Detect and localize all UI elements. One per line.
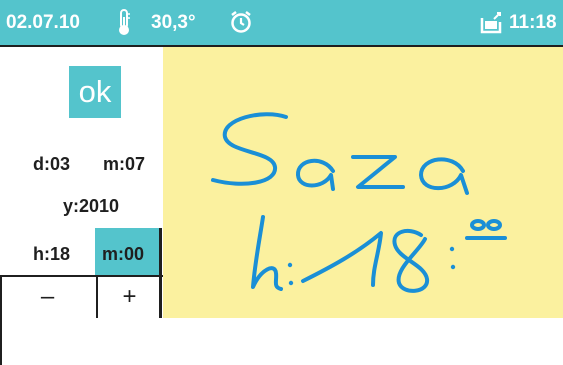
thermometer-icon [117,8,131,43]
decrement-button[interactable]: – [0,277,95,318]
stepper-row: – + [0,275,163,318]
message-icon[interactable] [480,10,504,40]
hour-field[interactable]: h:18 [33,243,70,265]
day-field[interactable]: d:03 [33,153,70,175]
minute-field: m:00 [102,244,145,264]
stepper-left-border [0,275,2,365]
panel-divider [159,228,162,318]
date-time-edit-panel: ok d:03 m:07 y:2010 h:18 m:00 – + [0,47,163,365]
handwriting-ink [211,112,507,293]
handwritten-note-area[interactable] [163,47,563,318]
minute-field-selected[interactable]: m:00 [95,228,159,276]
status-time: 11:18 [509,12,557,33]
increment-button[interactable]: + [96,277,161,318]
ok-button[interactable]: ok [69,66,121,118]
year-field[interactable]: y:2010 [63,195,119,217]
status-temperature: 30,3° [151,12,196,33]
month-field[interactable]: m:07 [103,153,145,175]
alarm-clock-icon[interactable] [229,10,253,40]
status-bar: 02.07.10 30,3° 11:18 [0,0,563,45]
status-date: 02.07.10 [6,12,80,33]
